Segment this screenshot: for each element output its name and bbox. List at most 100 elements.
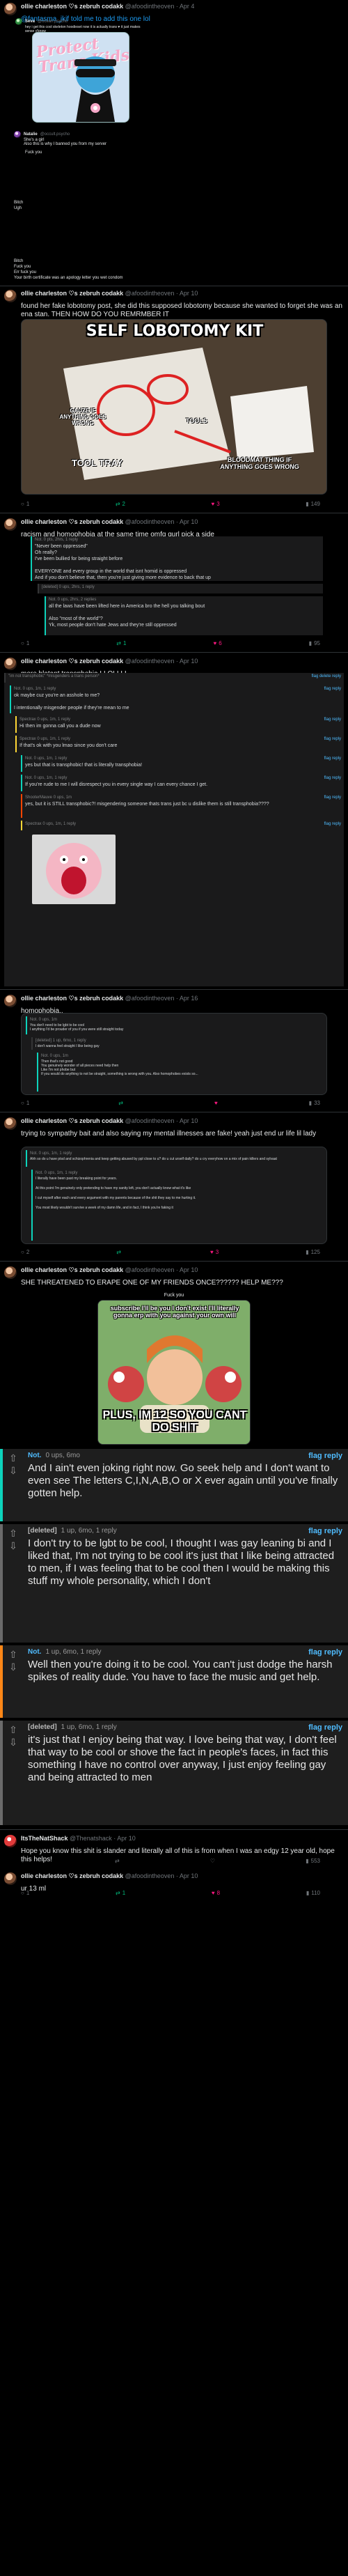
post-2[interactable]: ollie charleston ♡s zebruh codakk @afood… (0, 287, 348, 319)
comment-links[interactable]: flag reply (324, 687, 341, 691)
avatar (15, 18, 22, 25)
comment-screenshot[interactable]: Not. 0 ups, 1m, 1 reply Ahh so do u have… (21, 1147, 327, 1244)
upvote-icon[interactable]: ⇧ (6, 1648, 21, 1661)
big-comment[interactable]: ⇧ ⇩ Not. 1 up, 6mo, 1 reply flag reply Wel… (0, 1645, 348, 1718)
downvote-icon[interactable]: ⇩ (6, 1539, 21, 1552)
retweet-button[interactable]: ⇄ (116, 1249, 123, 1255)
views-count[interactable]: ▮ 553 (306, 1858, 320, 1864)
comment[interactable]: Not. 0 ups, 1m, 1 reply flag reply yes b… (21, 755, 344, 772)
like-button[interactable]: ♥ 6 (213, 640, 221, 646)
views-count[interactable]: ▮ 149 (306, 501, 320, 507)
comment-links[interactable]: flag reply (308, 1648, 342, 1656)
upvote-icon[interactable]: ⇧ (6, 1452, 21, 1464)
like-button[interactable]: ♡ (210, 1858, 217, 1864)
downvote-icon[interactable]: ⇩ (6, 1736, 21, 1748)
post-3[interactable]: ollie charleston ♡s zebruh codakk @afood… (0, 515, 348, 539)
avatar[interactable] (4, 518, 17, 531)
like-button[interactable]: ♥ (214, 1100, 220, 1106)
comment-user[interactable]: [deleted] (28, 1527, 57, 1535)
reply-button[interactable]: ○ (21, 1858, 26, 1864)
reaction-image[interactable] (32, 835, 116, 904)
retweet-button[interactable]: ⇄ (115, 1858, 122, 1864)
views-count[interactable]: ▮ 125 (306, 1249, 320, 1255)
post-6[interactable]: ollie charleston ♡s zebruh codakk @afood… (0, 1115, 348, 1138)
comment[interactable]: Spectrax 0 ups, 1m, 1 reply flag reply (21, 821, 344, 830)
views-count[interactable]: ▮ 33 (309, 1100, 320, 1106)
upvote-icon[interactable]: ⇧ (6, 1723, 21, 1736)
comment[interactable]: Spectrax 0 ups, 1m, 1 reply flag reply I… (15, 736, 344, 752)
comment-body: Hi then im gonna call you a dude now (19, 724, 101, 729)
avatar[interactable] (4, 1872, 17, 1885)
retweet-button[interactable]: ⇄ (118, 1100, 125, 1106)
upvote-icon[interactable]: ⇧ (6, 1527, 21, 1539)
downvote-icon[interactable]: ⇩ (6, 1464, 21, 1477)
comment-links[interactable]: flag reply (324, 756, 341, 761)
comment-screenshot[interactable]: Not. 0 ups, 1m You don't need to be lgbt… (21, 1013, 327, 1095)
reply-button[interactable]: ○ 1 (21, 640, 29, 646)
retweet-button[interactable]: ⇄ 2 (116, 501, 125, 507)
author-name[interactable]: ollie charleston ♡s zebruh codakk (21, 518, 123, 525)
comment-user[interactable]: Not. (28, 1648, 41, 1656)
lobotomy-kit-image[interactable]: SELF LOBOTOMY KIT GAUZE IF ANYTHING GOES… (21, 319, 327, 495)
avatar[interactable] (4, 1266, 17, 1279)
comment-links[interactable]: flag reply (308, 1452, 342, 1460)
comment[interactable]: Not. 0 ups, 1m, 1 reply flag reply If yo… (21, 775, 344, 791)
like-button[interactable]: ♥ 3 (211, 501, 219, 507)
avatar[interactable] (4, 658, 17, 670)
avatar[interactable] (4, 1117, 17, 1130)
author-name[interactable]: ollie charleston ♡s zebruh codakk (21, 3, 123, 10)
retweet-button[interactable]: ⇄ 1 (116, 640, 126, 646)
big-comment[interactable]: ⇧ ⇩ [deleted] 1 up, 6mo, 1 reply flag repl… (0, 1721, 348, 1825)
views-count[interactable]: ▮ 110 (306, 1890, 320, 1896)
comment-links[interactable]: flag reply (324, 717, 341, 722)
reply-button[interactable]: ○ 1 (21, 1100, 29, 1106)
comment-links[interactable]: flag reply (324, 776, 341, 780)
author-name[interactable]: ollie charleston ♡s zebruh codakk (21, 290, 123, 297)
reply-button[interactable]: ○ 1 (21, 501, 29, 507)
comment[interactable]: "im not transphobic" *misgenders a trans… (4, 673, 344, 683)
comment[interactable]: Not. 0 ups, 1m Then that's not good You … (37, 1053, 324, 1092)
author-name[interactable]: ollie charleston ♡s zebruh codakk (21, 1872, 123, 1879)
author-name[interactable]: ollie charleston ♡s zebruh codakk (21, 658, 123, 665)
avatar[interactable] (4, 1835, 17, 1847)
post-5[interactable]: ollie charleston ♡s zebruh codakk @afood… (0, 992, 348, 1016)
comment-links[interactable]: flag delete reply (312, 674, 341, 678)
comment[interactable]: Not. 0 ups, 1m, 1 reply Ahh so do u have… (26, 1150, 324, 1167)
comment-user[interactable]: Not. (28, 1452, 41, 1459)
like-button[interactable]: ♥ 3 (210, 1249, 219, 1255)
avatar[interactable] (4, 290, 17, 302)
comment[interactable]: Not. 0 ups, 1m You don't need to be lgbt… (26, 1016, 324, 1034)
comment[interactable]: Not. 0 ups, 1m, 1 reply flag reply ok ma… (10, 685, 344, 713)
author-name[interactable]: ollie charleston ♡s zebruh codakk (21, 995, 123, 1002)
author-name[interactable]: ItsTheNatShack (21, 1835, 68, 1842)
comment[interactable]: Not. 0 ups, 1m, 1 reply I literally have… (31, 1170, 324, 1241)
big-comment[interactable]: ⇧ ⇩ Not. 0 ups, 6mo flag reply And I ain't… (0, 1449, 348, 1521)
comment-links[interactable]: flag reply (308, 1527, 342, 1535)
comment[interactable]: ShooterMauve 0 ups, 1m flag reply yes, b… (21, 794, 344, 818)
quoted-post[interactable]: Seva @ocean.psycho hey i get this cool s… (15, 18, 148, 33)
comment-links[interactable]: flag reply (324, 822, 341, 826)
big-comment[interactable]: ⇧ ⇩ [deleted] 1 up, 6mo, 1 reply flag repl… (0, 1524, 348, 1643)
comment-links[interactable]: flag reply (324, 796, 341, 800)
avatar[interactable] (4, 3, 17, 15)
retweet-button[interactable]: ⇄ 1 (116, 1890, 125, 1896)
comment-deleted[interactable]: [deleted] 0 ups, 2hrs, 1 reply (38, 584, 323, 593)
protect-trans-kids-image[interactable]: Protect Trans Kids (32, 32, 129, 123)
author-name[interactable]: ollie charleston ♡s zebruh codakk (21, 1266, 123, 1273)
comment-links[interactable]: flag reply (308, 1723, 342, 1732)
downvote-icon[interactable]: ⇩ (6, 1661, 21, 1673)
author-name[interactable]: ollie charleston ♡s zebruh codakk (21, 1117, 123, 1124)
like-button[interactable]: ♥ 8 (212, 1890, 220, 1896)
avatar[interactable] (4, 995, 17, 1007)
comment[interactable]: Not. 0 ups, 2hrs, 2 replies all the laws… (45, 596, 323, 635)
reply-button[interactable]: ○ 1 (21, 1890, 29, 1896)
reply-button[interactable]: ○ 2 (21, 1249, 29, 1255)
comment[interactable]: [deleted] 1 up, 6mo, 1 reply I don't wan… (31, 1037, 324, 1050)
comment-user[interactable]: [deleted] (28, 1723, 57, 1731)
meme-image[interactable]: subscribe I'll be you I don't exist I'll… (97, 1300, 251, 1445)
post-7[interactable]: ollie charleston ♡s zebruh codakk @afood… (0, 1264, 348, 1287)
comment[interactable]: Not. 0 pts, 2hrs, 1 reply "Never been op… (31, 536, 323, 581)
comment-links[interactable]: flag reply (324, 737, 341, 741)
comment[interactable]: Spectrax 0 ups, 1m, 1 reply flag reply H… (15, 716, 344, 733)
views-count[interactable]: ▮ 95 (309, 640, 320, 646)
